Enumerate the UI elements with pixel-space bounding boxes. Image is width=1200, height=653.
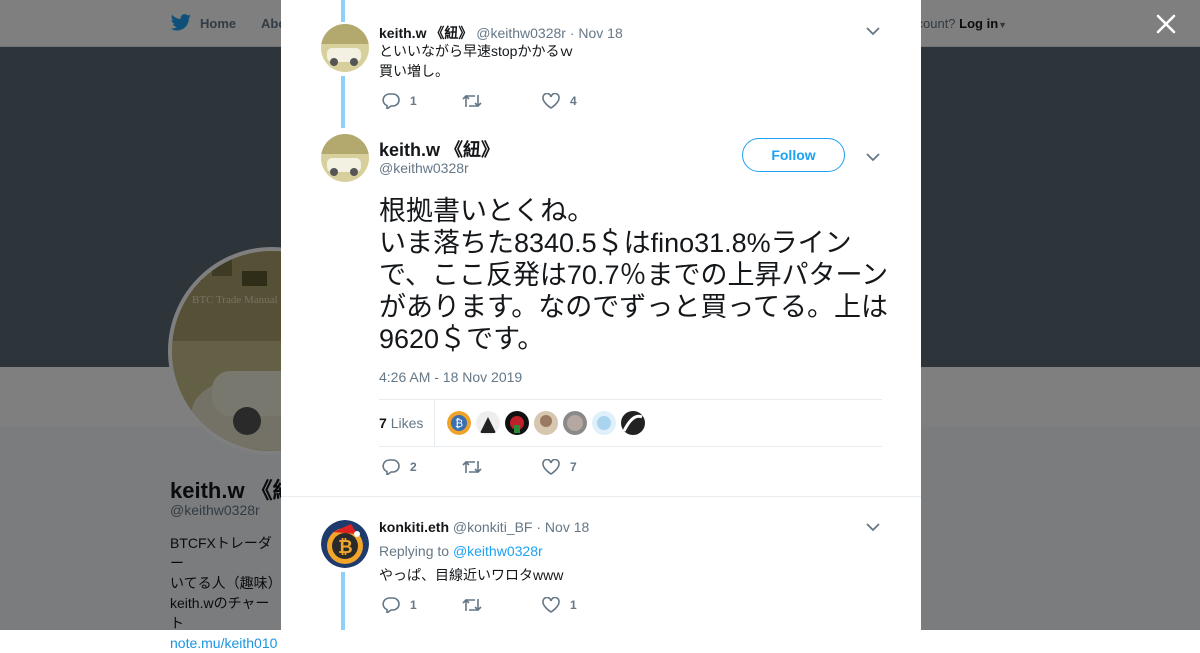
like-button[interactable]: 7 — [542, 459, 622, 475]
retweet-button[interactable] — [462, 459, 542, 475]
likes-stat[interactable]: 7 Likes — [379, 415, 423, 431]
reply-button[interactable]: 1 — [382, 597, 462, 613]
likes-label: Likes — [390, 415, 424, 431]
tweet-actions: 1 1 — [382, 595, 622, 615]
retweet-button[interactable] — [462, 597, 542, 613]
like-count: 7 — [570, 460, 577, 474]
tweet-modal: keith.w 《紐》 @keithw0328r · Nov 18 といいながら… — [281, 0, 921, 630]
avatar[interactable] — [321, 134, 369, 182]
tweet-stats: 7 Likes ₿ — [379, 399, 882, 447]
replying-to-handle[interactable]: @keithw0328r — [453, 543, 543, 559]
reply-icon — [382, 597, 400, 613]
liker-avatar[interactable] — [621, 411, 645, 435]
liker-avatar[interactable] — [592, 411, 616, 435]
divider — [434, 400, 435, 446]
tweet-reply[interactable]: ₿ konkiti.eth @konkiti_BF · Nov 18 Reply… — [281, 500, 921, 630]
svg-text:₿: ₿ — [455, 417, 463, 430]
tweet-text: やっぱ、目線近いワロタwww — [379, 567, 564, 583]
chevron-down-icon[interactable] — [866, 522, 880, 532]
retweet-icon — [462, 460, 482, 474]
heart-icon — [542, 459, 560, 475]
liker-avatar[interactable] — [563, 411, 587, 435]
author-handle[interactable]: @keithw0328r — [379, 160, 469, 176]
retweet-icon — [462, 598, 482, 612]
replying-to-label: Replying to — [379, 543, 450, 559]
liker-avatar[interactable]: ₿ — [447, 411, 471, 435]
tweet-header: konkiti.eth @konkiti_BF · Nov 18 — [379, 519, 589, 535]
reply-count: 1 — [410, 598, 417, 612]
liker-avatar[interactable] — [476, 411, 500, 435]
liker-avatar[interactable] — [534, 411, 558, 435]
like-button[interactable]: 1 — [542, 597, 622, 613]
author-name[interactable]: keith.w 《紐》 — [379, 136, 499, 162]
tweet-main-text: 根拠書いとくね。 いま落ちた8340.5＄はfino31.8%ラインで、ここ反発… — [379, 196, 889, 354]
svg-text:₿: ₿ — [338, 537, 353, 558]
reply-count: 2 — [410, 460, 417, 474]
heart-icon — [542, 597, 560, 613]
likes-count: 7 — [379, 415, 387, 431]
tweet-timestamp[interactable]: 4:26 AM - 18 Nov 2019 — [379, 369, 522, 385]
reply-icon — [382, 459, 400, 475]
tweet-main: keith.w 《紐》 @keithw0328r Follow 根拠書いとくね。… — [281, 0, 921, 500]
likers-avatars: ₿ — [447, 411, 645, 435]
follow-button[interactable]: Follow — [742, 138, 845, 172]
author-handle[interactable]: @konkiti_BF — [453, 519, 533, 535]
avatar[interactable]: ₿ — [321, 520, 369, 568]
close-button[interactable] — [1152, 10, 1180, 38]
divider — [281, 496, 921, 497]
close-icon — [1156, 14, 1176, 34]
like-count: 1 — [570, 598, 577, 612]
tweet-date[interactable]: · Nov 18 — [536, 519, 589, 535]
replying-to: Replying to @keithw0328r — [379, 541, 543, 561]
reply-button[interactable]: 2 — [382, 459, 462, 475]
chevron-down-icon[interactable] — [866, 152, 880, 162]
liker-avatar[interactable] — [505, 411, 529, 435]
tweet-actions: 2 7 — [382, 457, 622, 477]
bio-link[interactable]: note.mu/keith010 — [170, 633, 280, 653]
author-name[interactable]: konkiti.eth — [379, 519, 449, 535]
